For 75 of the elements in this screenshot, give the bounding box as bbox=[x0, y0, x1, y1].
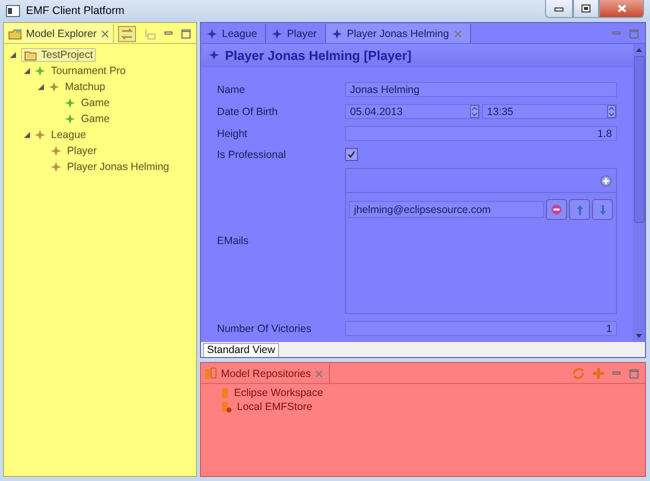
expander-icon[interactable] bbox=[9, 51, 17, 59]
sparkle-icon bbox=[332, 28, 342, 38]
folder-icon bbox=[24, 50, 38, 60]
expander-icon[interactable] bbox=[23, 131, 31, 139]
scroll-down-icon[interactable] bbox=[636, 334, 642, 338]
tab-label: Player bbox=[287, 28, 317, 40]
number-field[interactable]: 1 bbox=[345, 321, 617, 336]
checkbox[interactable] bbox=[345, 148, 358, 161]
field-label: Height bbox=[217, 128, 248, 140]
sparkle-icon bbox=[272, 28, 282, 38]
tree-item[interactable]: Tournament Pro bbox=[49, 65, 128, 77]
restore-icon bbox=[581, 4, 591, 13]
field-label: Name bbox=[217, 84, 246, 96]
close-icon bbox=[616, 4, 626, 13]
tab-label: League bbox=[222, 28, 258, 40]
repository-icon bbox=[204, 367, 217, 380]
number-field[interactable]: 1.8 bbox=[345, 126, 617, 141]
view-tab[interactable]: Model Repositories bbox=[201, 364, 330, 383]
spinner-icon[interactable] bbox=[607, 105, 616, 118]
tree-item[interactable]: Player Jonas Helming bbox=[65, 161, 172, 173]
editor-tab[interactable]: League bbox=[201, 24, 266, 43]
tree-item[interactable]: Player bbox=[65, 145, 99, 157]
time-value: 13:35 bbox=[487, 106, 514, 118]
move-down-button[interactable] bbox=[592, 199, 613, 220]
scrollbar-thumb[interactable] bbox=[634, 56, 644, 223]
tab-label: Player Jonas Helming bbox=[346, 28, 449, 40]
sparkle-icon bbox=[209, 50, 219, 60]
field-label: Is Professional bbox=[217, 148, 287, 160]
app-icon bbox=[6, 4, 20, 16]
sparkle-icon bbox=[207, 28, 217, 38]
field-label: Number Of Victories bbox=[217, 322, 312, 334]
tree-item[interactable]: Game bbox=[79, 113, 112, 125]
scroll-up-icon[interactable] bbox=[636, 48, 642, 52]
repository-item[interactable]: Local EMFStore bbox=[237, 401, 312, 413]
window-title: EMF Client Platform bbox=[26, 4, 124, 16]
email-field[interactable]: jhelming@eclipsesource.com bbox=[349, 201, 544, 218]
field-label: EMails bbox=[217, 235, 250, 247]
spinner-icon[interactable] bbox=[470, 105, 479, 118]
tree-item[interactable]: Matchup bbox=[63, 81, 108, 93]
tab-title: Model Repositories bbox=[221, 368, 311, 380]
date-field[interactable]: 05.04.2013 bbox=[345, 104, 480, 119]
arrow-up-icon bbox=[576, 204, 584, 216]
close-button[interactable] bbox=[599, 0, 644, 18]
collapse-icon[interactable] bbox=[144, 28, 156, 40]
tree-item-label: TestProject bbox=[41, 49, 93, 61]
date-value: 05.04.2013 bbox=[350, 106, 403, 118]
editor-heading: Player Jonas Helming [Player] bbox=[225, 48, 412, 62]
tree-item[interactable]: Game bbox=[79, 97, 112, 109]
expander-icon[interactable] bbox=[37, 83, 45, 91]
time-field[interactable]: 13:35 bbox=[482, 104, 617, 119]
tree-item[interactable]: TestProject bbox=[21, 48, 96, 62]
add-icon[interactable] bbox=[600, 174, 612, 186]
expander-icon[interactable] bbox=[23, 67, 31, 75]
text-field[interactable]: Jonas Helming bbox=[345, 82, 617, 97]
minimize-button[interactable] bbox=[545, 0, 573, 18]
tab-title: Model Explorer bbox=[26, 28, 97, 40]
close-icon[interactable] bbox=[314, 370, 323, 378]
view-tab[interactable]: Model Explorer bbox=[4, 24, 114, 43]
editor-tab[interactable]: Player Jonas Helming bbox=[326, 24, 471, 43]
minimize-icon bbox=[554, 6, 564, 12]
cylinder-icon bbox=[221, 387, 229, 399]
folder-icon bbox=[8, 28, 22, 40]
field-label: Date Of Birth bbox=[217, 106, 279, 118]
remove-button[interactable] bbox=[546, 199, 567, 220]
arrow-down-icon bbox=[598, 204, 606, 216]
restore-button[interactable] bbox=[573, 0, 599, 18]
cylinder-icon bbox=[221, 401, 232, 413]
maximize-icon[interactable] bbox=[629, 368, 639, 378]
view-tab[interactable]: Standard View bbox=[203, 343, 280, 357]
tree-item[interactable]: League bbox=[49, 129, 88, 141]
repository-item[interactable]: Eclipse Workspace bbox=[234, 387, 324, 399]
close-icon[interactable] bbox=[100, 30, 109, 38]
maximize-icon[interactable] bbox=[181, 28, 191, 38]
link-toggle-icon[interactable] bbox=[118, 26, 136, 42]
remove-icon bbox=[551, 204, 562, 215]
